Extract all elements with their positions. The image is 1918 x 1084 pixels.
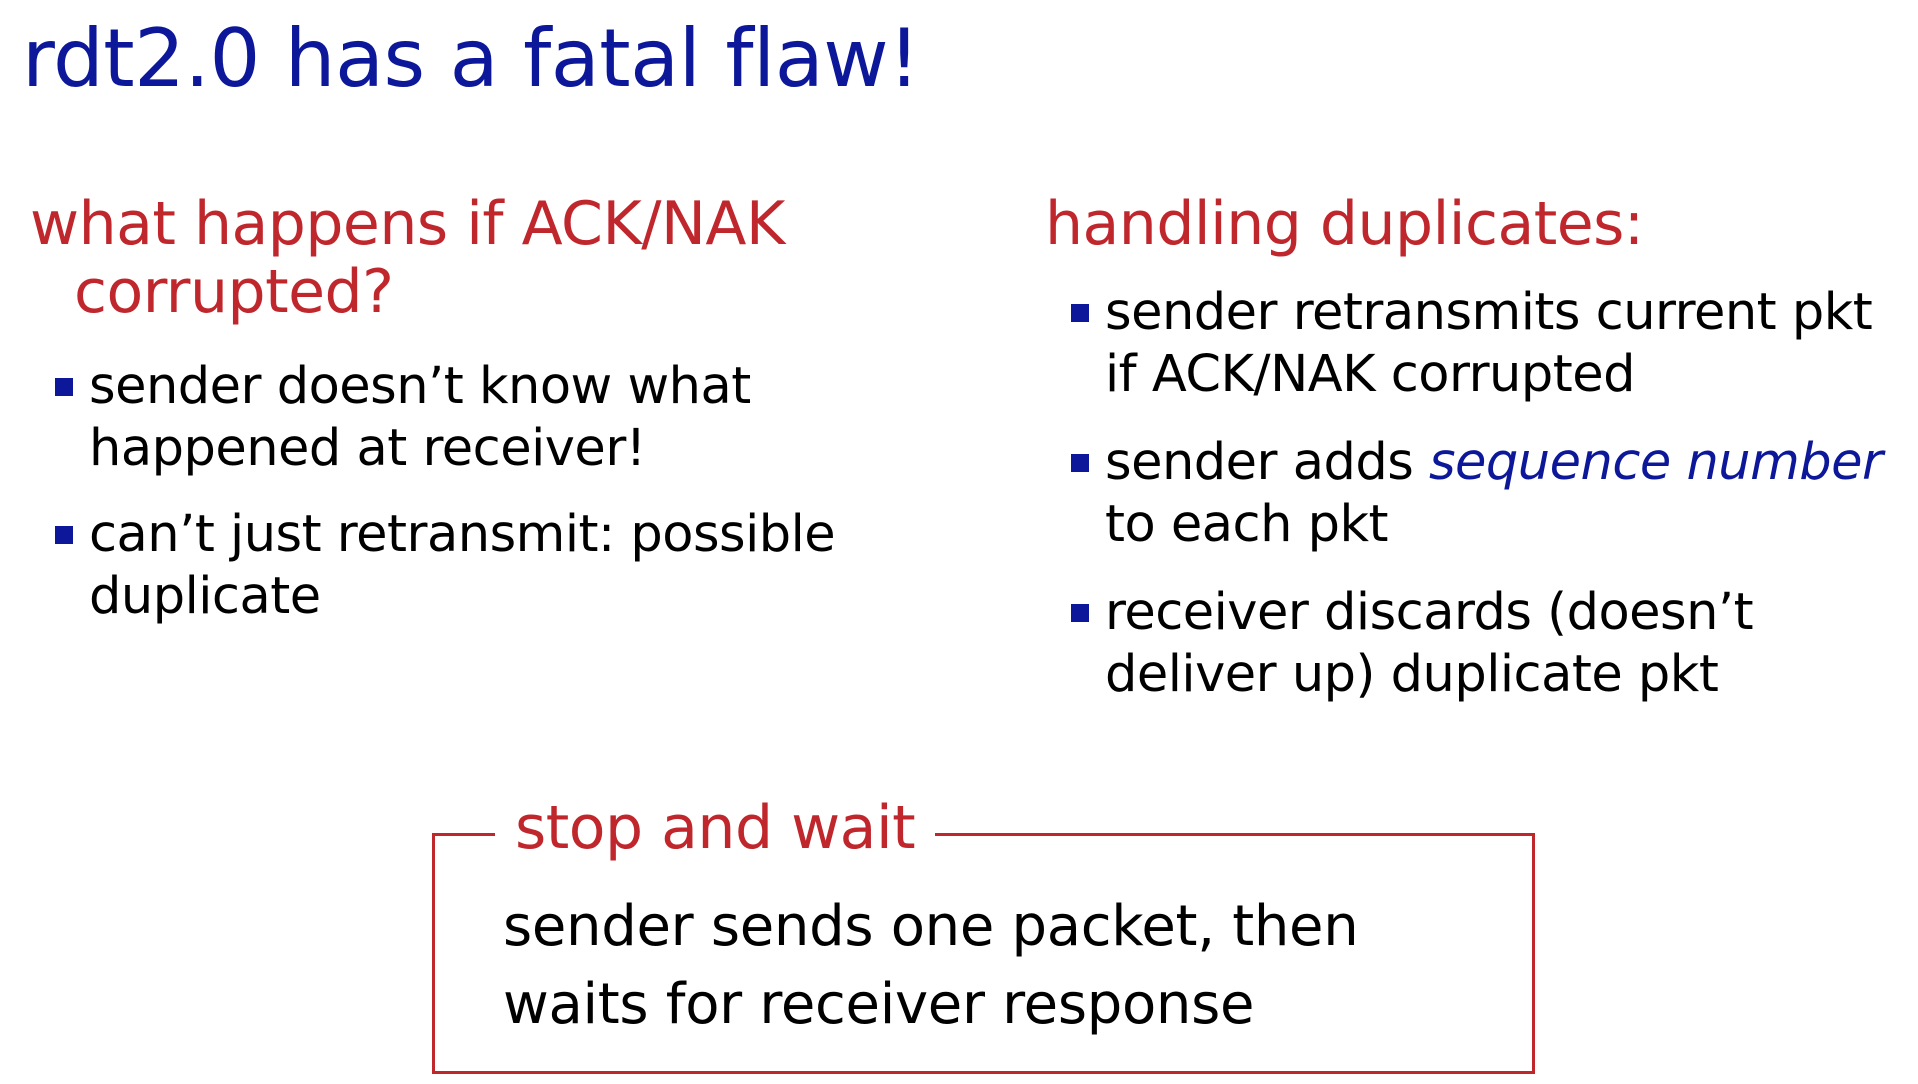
bullet-text: sender doesn’t know what happened at rec…: [89, 357, 751, 478]
box-body: sender sends one packet, then waits for r…: [503, 888, 1503, 1044]
slide-title: rdt2.0 has a fatal flaw!: [22, 12, 920, 105]
left-bullet-list: sender doesn’t know what happened at rec…: [30, 356, 910, 628]
square-bullet-icon: [55, 378, 73, 396]
bullet-text: sender retransmits current pkt if ACK/NA…: [1105, 283, 1873, 404]
right-bullet-list: sender retransmits current pkt if ACK/NA…: [1045, 282, 1915, 706]
right-column: handling duplicates: sender retransmits …: [1045, 190, 1915, 732]
square-bullet-icon: [1071, 604, 1089, 622]
square-bullet-icon: [1071, 304, 1089, 322]
list-item: sender doesn’t know what happened at rec…: [30, 356, 910, 480]
square-bullet-icon: [55, 526, 73, 544]
box-line-1: sender sends one packet, then: [503, 894, 1359, 959]
stop-and-wait-box: stop and wait sender sends one packet, t…: [432, 788, 1535, 1074]
bullet-text: receiver discards (doesn’t deliver up) d…: [1105, 583, 1754, 704]
left-heading: what happens if ACK/NAK corrupted?: [30, 189, 785, 327]
box-line-2: waits for receiver response: [503, 972, 1255, 1037]
square-bullet-icon: [1071, 454, 1089, 472]
list-item: sender retransmits current pkt if ACK/NA…: [1045, 282, 1915, 406]
list-item: sender adds sequence number to each pkt: [1045, 432, 1915, 556]
right-heading: handling duplicates:: [1045, 189, 1644, 259]
bullet-text-before: sender adds: [1105, 433, 1429, 492]
list-item: can’t just retransmit: possible duplicat…: [30, 504, 910, 628]
bullet-text-after: to each pkt: [1105, 495, 1389, 554]
list-item: receiver discards (doesn’t deliver up) d…: [1045, 582, 1915, 706]
box-legend: stop and wait: [495, 788, 936, 868]
emphasis-sequence-number: sequence number: [1428, 433, 1883, 492]
bullet-text: can’t just retransmit: possible duplicat…: [89, 505, 836, 626]
left-column: what happens if ACK/NAK corrupted? sende…: [30, 190, 910, 652]
